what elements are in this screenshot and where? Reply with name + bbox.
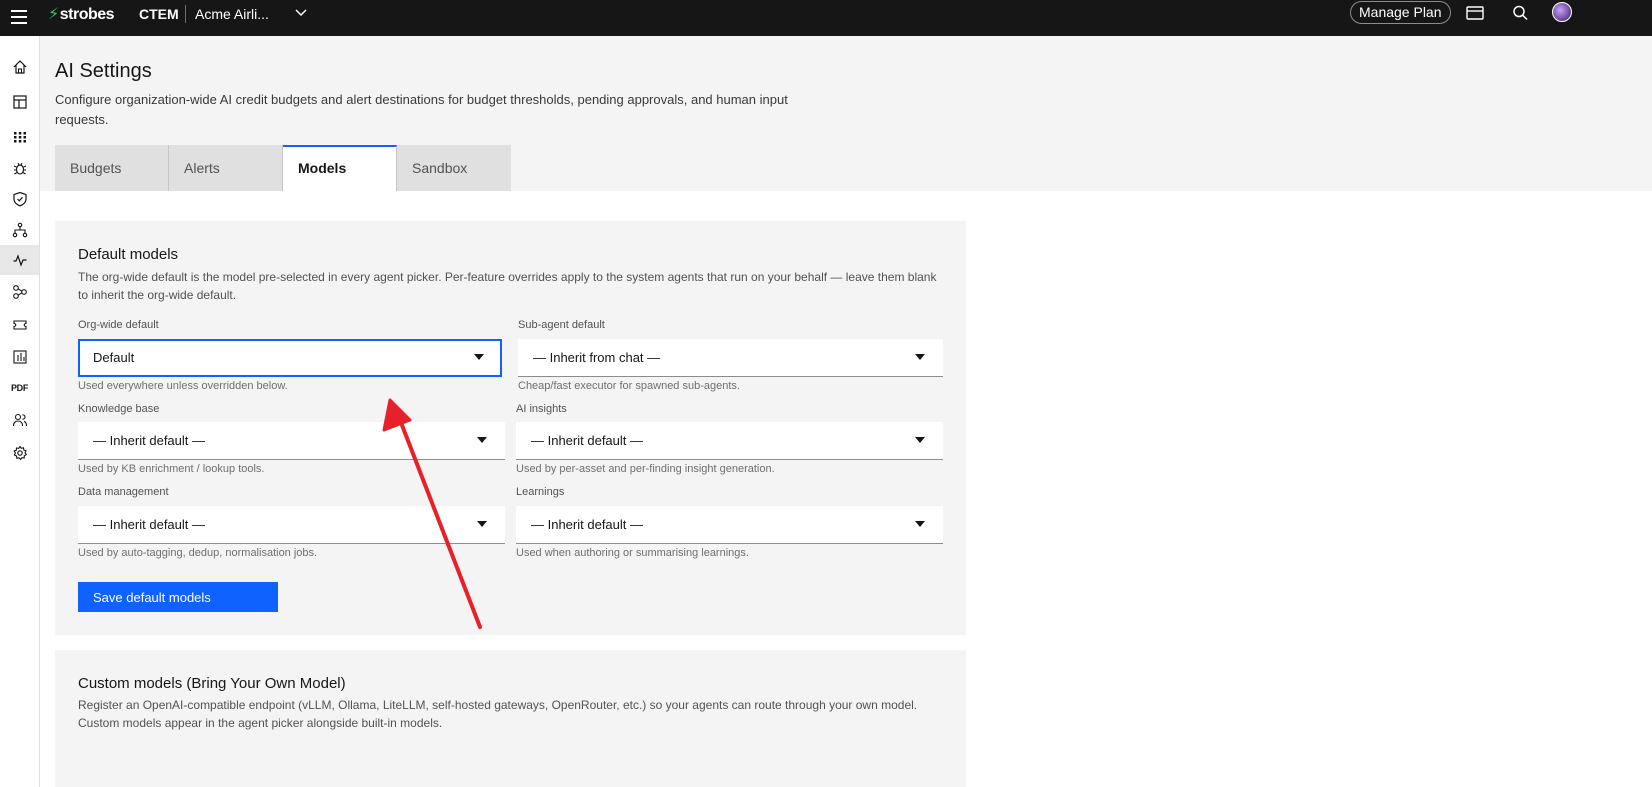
logo-text: strobes (59, 6, 115, 23)
sub-agent-default-value: — Inherit from chat — (533, 350, 661, 365)
caret-down-icon (477, 437, 487, 443)
hamburger-menu-icon[interactable] (8, 6, 30, 28)
sub-agent-default-select[interactable]: — Inherit from chat — (518, 339, 943, 377)
integrations-icon[interactable] (0, 277, 39, 307)
learnings-value: — Inherit default — (531, 517, 643, 532)
org-wide-default-select[interactable]: Default (78, 339, 502, 377)
network-icon[interactable] (0, 215, 39, 245)
dashboard-icon[interactable] (0, 87, 39, 117)
learnings-helper: Used when authoring or summarising learn… (516, 547, 749, 559)
top-navigation-bar: ⚡strobes CTEM Acme Airli... Manage Plan (0, 0, 1652, 36)
billing-card-icon[interactable] (1465, 4, 1485, 22)
caret-down-icon (477, 521, 487, 527)
settings-tabs: Budgets Alerts Models Sandbox (55, 145, 511, 191)
product-name: CTEM (139, 6, 179, 22)
save-default-models-button[interactable]: Save default models (78, 582, 278, 612)
tab-budgets[interactable]: Budgets (55, 145, 169, 191)
caret-down-icon (474, 354, 484, 360)
page-description: Configure organization-wide AI credit bu… (55, 92, 788, 127)
divider (185, 5, 186, 23)
ai-insights-value: — Inherit default — (531, 433, 643, 448)
default-models-description: The org-wide default is the model pre-se… (78, 270, 937, 302)
caret-down-icon (915, 521, 925, 527)
data-management-value: — Inherit default — (93, 517, 205, 532)
sub-agent-default-label: Sub-agent default (518, 319, 605, 331)
ai-insights-select[interactable]: — Inherit default — (516, 422, 943, 460)
caret-down-icon (915, 354, 925, 360)
ai-insights-helper: Used by per-asset and per-finding insigh… (516, 463, 775, 475)
knowledge-base-value: — Inherit default — (93, 433, 205, 448)
data-management-helper: Used by auto-tagging, dedup, normalisati… (78, 547, 318, 559)
tab-sandbox[interactable]: Sandbox (397, 145, 511, 191)
default-models-panel: Default models The org-wide default is t… (55, 221, 966, 635)
data-management-select[interactable]: — Inherit default — (78, 506, 505, 544)
bug-icon[interactable] (0, 153, 39, 183)
apps-grid-icon[interactable] (0, 122, 39, 152)
pdf-label: PDF (10, 383, 29, 393)
org-wide-default-label: Org-wide default (78, 319, 159, 331)
search-icon[interactable] (1511, 4, 1531, 22)
chevron-down-icon[interactable] (293, 4, 309, 20)
activity-icon[interactable] (0, 245, 39, 275)
ai-insights-label: AI insights (516, 403, 567, 415)
knowledge-base-helper: Used by KB enrichment / lookup tools. (78, 463, 265, 475)
tab-models[interactable]: Models (283, 145, 397, 191)
data-management-label: Data management (78, 486, 169, 498)
manage-plan-button[interactable]: Manage Plan (1350, 1, 1451, 24)
org-switcher-label[interactable]: Acme Airli... (195, 6, 269, 22)
sub-agent-default-helper: Cheap/fast executor for spawned sub-agen… (518, 380, 740, 392)
side-navigation-rail: PDF (0, 36, 40, 787)
shield-check-icon[interactable] (0, 184, 39, 214)
settings-gear-icon[interactable] (0, 438, 39, 468)
user-avatar[interactable] (1552, 2, 1572, 22)
tab-alerts[interactable]: Alerts (169, 145, 283, 191)
custom-models-panel: Custom models (Bring Your Own Model) Reg… (55, 650, 966, 787)
custom-models-description: Register an OpenAI-compatible endpoint (… (78, 698, 918, 730)
caret-down-icon (915, 437, 925, 443)
org-wide-default-helper: Used everywhere unless overridden below. (78, 380, 288, 392)
reports-icon[interactable] (0, 342, 39, 372)
knowledge-base-select[interactable]: — Inherit default — (78, 422, 505, 460)
custom-models-title: Custom models (Bring Your Own Model) (78, 675, 346, 692)
pdf-icon[interactable]: PDF (0, 373, 39, 403)
strobes-logo[interactable]: ⚡strobes (48, 4, 115, 24)
ticket-icon[interactable] (0, 310, 39, 340)
knowledge-base-label: Knowledge base (78, 403, 160, 415)
default-models-title: Default models (78, 246, 179, 263)
learnings-label: Learnings (516, 486, 565, 498)
users-icon[interactable] (0, 405, 39, 435)
page-title: AI Settings (55, 60, 152, 82)
home-icon[interactable] (0, 52, 39, 82)
learnings-select[interactable]: — Inherit default — (516, 506, 943, 544)
org-wide-default-value: Default (93, 350, 135, 365)
